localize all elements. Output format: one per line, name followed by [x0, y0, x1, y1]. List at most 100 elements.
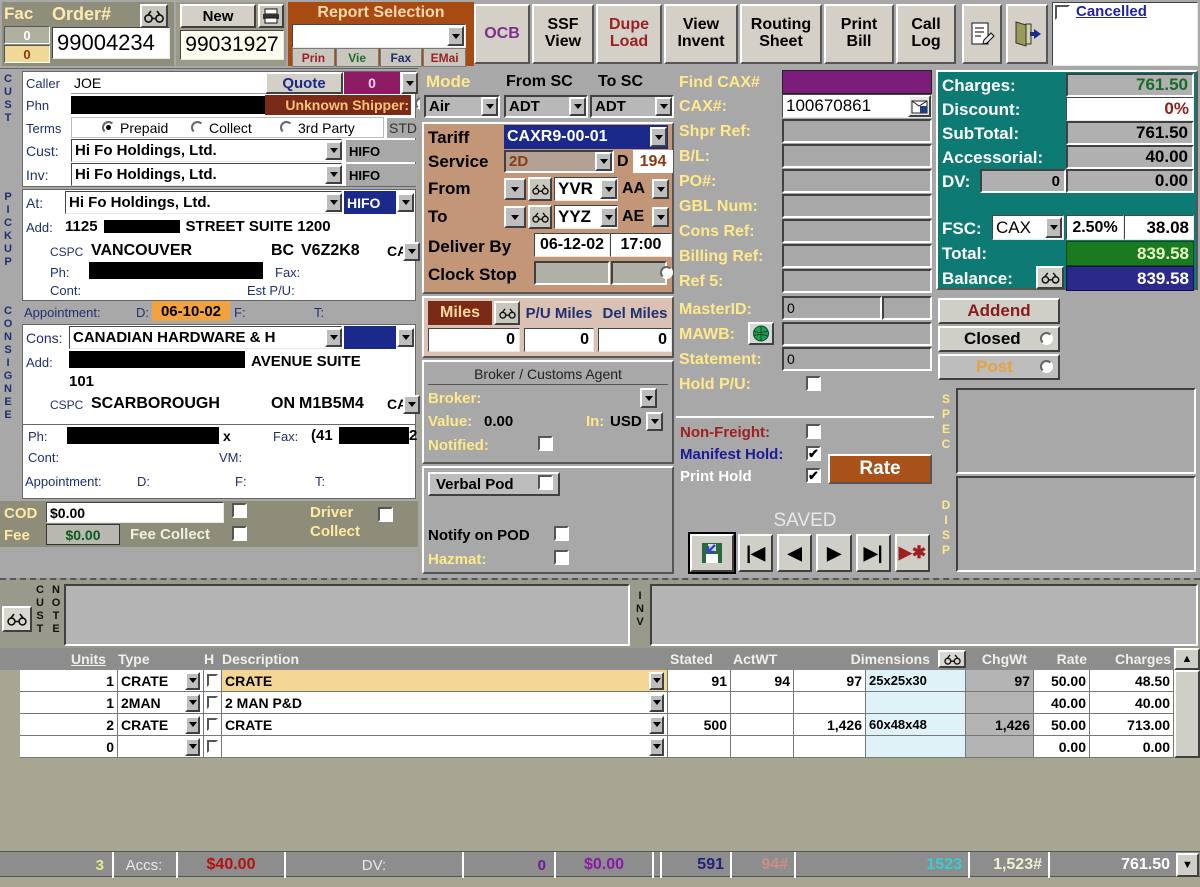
broker-currency[interactable]: USD: [610, 410, 646, 432]
fee-collect-checkbox[interactable]: [232, 526, 247, 541]
deliver-by-time[interactable]: 17:00: [610, 233, 672, 257]
pickup-country-chevron-down-icon[interactable]: [403, 242, 420, 261]
from-chevron-down-icon-1[interactable]: [504, 178, 526, 200]
cell-dimensions[interactable]: 25x25x30: [866, 670, 966, 692]
cust-chevron-down-icon[interactable]: [325, 141, 342, 160]
col-units[interactable]: Units: [20, 648, 110, 670]
cell-charges[interactable]: 40.00: [1090, 692, 1174, 714]
col-chgwt[interactable]: ChgWt: [968, 648, 1030, 670]
cell-h-checkbox[interactable]: [207, 674, 218, 687]
notes-icon[interactable]: [962, 4, 1002, 64]
cell-description-chevron-down-icon[interactable]: [649, 671, 664, 690]
pickup-address-line1[interactable]: 1125 STREET SUITE 1200: [65, 215, 331, 237]
cell-type[interactable]: 2MAN: [118, 692, 204, 714]
report-email-button[interactable]: EMai: [423, 48, 466, 67]
from-sc-select[interactable]: ADT: [504, 95, 588, 118]
cell-description-chevron-down-icon[interactable]: [649, 693, 664, 712]
to-type[interactable]: AE: [622, 205, 652, 229]
clock-stop-time[interactable]: [611, 261, 667, 285]
cell-rate[interactable]: 0.00: [1034, 736, 1090, 758]
broker-currency-chevron-down-icon[interactable]: [646, 412, 663, 431]
consignee-address-redacted[interactable]: [69, 351, 245, 368]
cell-actwt[interactable]: 94: [731, 670, 794, 692]
fsc-percent[interactable]: 2.50%: [1066, 215, 1124, 240]
notify-on-pod-checkbox[interactable]: [554, 526, 569, 541]
table-row[interactable]: ▶1CRATECRATE91949725x25x309750.0048.50: [0, 670, 1174, 692]
col-type[interactable]: Type: [118, 648, 198, 670]
from-type-chevron-down-icon[interactable]: [652, 179, 669, 199]
save-disk-icon[interactable]: [688, 532, 736, 574]
ref5-input[interactable]: [782, 269, 932, 293]
new-order-number[interactable]: 99031927: [180, 30, 284, 60]
statement-input[interactable]: 0: [782, 347, 932, 371]
del-miles-input[interactable]: 0: [598, 328, 672, 352]
cell-units[interactable]: 0: [20, 736, 118, 758]
to-sc-chevron-down-icon[interactable]: [655, 97, 672, 116]
gbl-input[interactable]: [782, 194, 932, 218]
disp-textarea[interactable]: [956, 476, 1196, 572]
cell-dimensions[interactable]: [866, 692, 966, 714]
col-stated[interactable]: Stated: [668, 648, 730, 670]
cust-note-textarea[interactable]: [64, 584, 630, 646]
cell-units[interactable]: 1: [20, 692, 118, 714]
nav-prev-button[interactable]: ◀: [777, 534, 813, 572]
nav-last-button[interactable]: ▶|: [855, 534, 891, 572]
cell-description-chevron-down-icon[interactable]: [649, 715, 664, 734]
exit-door-icon[interactable]: [1006, 4, 1048, 64]
mawb-input[interactable]: [782, 322, 932, 346]
find-cax-input[interactable]: [782, 70, 932, 94]
cell-type-chevron-down-icon[interactable]: [185, 715, 200, 734]
cell-charges[interactable]: 713.00: [1090, 714, 1174, 736]
col-actwt[interactable]: ActWT: [731, 648, 793, 670]
from-airport-chevron-down-icon[interactable]: [600, 179, 617, 199]
printer-icon[interactable]: [258, 4, 284, 28]
print-hold-checkbox[interactable]: ✔: [806, 468, 821, 483]
caller-input[interactable]: JOE: [71, 73, 265, 94]
bl-input[interactable]: [782, 144, 932, 168]
fee-amount[interactable]: $0.00: [46, 524, 120, 545]
from-type[interactable]: AA: [622, 177, 652, 201]
shpr-ref-input[interactable]: [782, 119, 932, 143]
dv-units[interactable]: 0: [980, 169, 1066, 193]
fac-value-2[interactable]: 0: [4, 45, 50, 63]
cell-charges[interactable]: 0.00: [1090, 736, 1174, 758]
cell-type-chevron-down-icon[interactable]: [185, 671, 200, 690]
cell-h[interactable]: [204, 714, 222, 736]
cust-input[interactable]: Hi Fo Holdings, Ltd.: [71, 139, 342, 162]
col-h[interactable]: H: [204, 648, 220, 670]
grid-scrollbar[interactable]: [1174, 670, 1200, 758]
print-bill-button[interactable]: Print Bill: [824, 4, 894, 64]
broker-value[interactable]: 0.00: [484, 410, 554, 432]
cell-cuft[interactable]: 97: [794, 670, 866, 692]
cell-stated[interactable]: [668, 736, 731, 758]
table-row[interactable]: 2 CRATE CRATE 500 1,426 60x48x48 1,426 50.00 713…: [0, 714, 1174, 736]
mawb-globe-icon[interactable]: [748, 322, 774, 345]
consignee-code-chevron-down-icon[interactable]: [397, 328, 414, 347]
cons-ref-input[interactable]: [782, 219, 932, 243]
nav-next-button[interactable]: ▶: [816, 534, 852, 572]
po-input[interactable]: [782, 169, 932, 193]
phone-input-redacted[interactable]: [71, 96, 265, 114]
cancelled-checkbox[interactable]: [1055, 5, 1070, 20]
non-freight-checkbox[interactable]: [806, 424, 821, 439]
inv-input[interactable]: Hi Fo Holdings, Ltd.: [71, 163, 342, 186]
to-type-chevron-down-icon[interactable]: [652, 207, 669, 227]
broker-notified-checkbox[interactable]: [538, 436, 553, 451]
cell-actwt[interactable]: [731, 736, 794, 758]
terms-3rdparty-radio[interactable]: [280, 121, 293, 134]
broker-chevron-down-icon[interactable]: [640, 388, 657, 408]
cell-chgwt[interactable]: [966, 736, 1034, 758]
cell-actwt[interactable]: [731, 714, 794, 736]
cod-amount-input[interactable]: $0.00: [46, 502, 224, 523]
col-charges[interactable]: Charges: [1092, 648, 1174, 670]
pickup-city[interactable]: VANCOUVER: [91, 240, 192, 262]
view-invent-button[interactable]: View Invent: [664, 4, 738, 64]
miles-input[interactable]: 0: [428, 328, 520, 352]
from-binoculars-icon[interactable]: [528, 177, 552, 201]
pickup-province[interactable]: BC: [271, 240, 294, 262]
cell-actwt[interactable]: [731, 692, 794, 714]
tariff-value[interactable]: CAXR9-00-01: [504, 125, 668, 149]
cell-cuft[interactable]: 1,426: [794, 714, 866, 736]
consignee-chevron-down-icon[interactable]: [325, 328, 342, 347]
cell-h-checkbox[interactable]: [207, 696, 218, 709]
